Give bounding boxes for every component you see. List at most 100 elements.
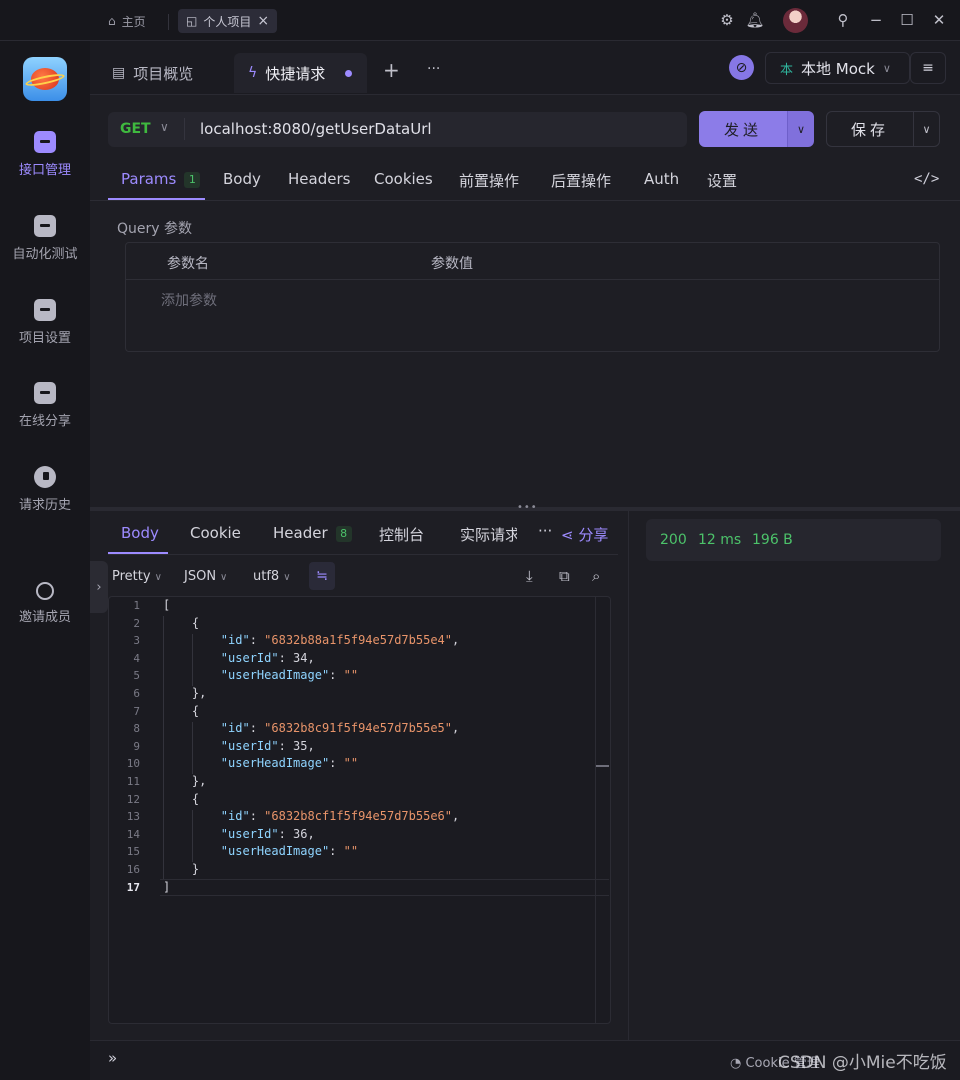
line-number: 10 xyxy=(126,757,140,771)
env-label: 本地 Mock xyxy=(801,59,875,78)
unsaved-dot xyxy=(345,69,353,77)
search-icon[interactable]: ⌕ xyxy=(592,567,600,585)
language-value: JSON xyxy=(184,569,217,584)
app-logo xyxy=(23,57,67,101)
sidebar-item-project-settings[interactable]: 项目设置 xyxy=(0,299,90,346)
tab-post-processors[interactable]: 后置操作 xyxy=(551,170,611,191)
code-snippet-icon[interactable]: </> xyxy=(914,171,939,187)
code-line: 2 { xyxy=(110,615,610,633)
word-wrap-icon[interactable]: ≒ xyxy=(309,562,335,590)
sidebar-item-automation-test[interactable]: 自动化测试 xyxy=(0,215,90,262)
sidebar-item-request-history[interactable]: 请求历史 xyxy=(0,466,90,513)
sidebar-expand-handle[interactable]: › xyxy=(90,561,108,613)
env-badge: 本 xyxy=(780,62,794,78)
code-line: 16 } xyxy=(110,861,610,879)
copy-icon[interactable]: ⧉ xyxy=(559,567,570,585)
json-key: "userHeadImage" xyxy=(220,756,330,771)
save-button[interactable]: 保存 xyxy=(826,111,914,147)
format-select[interactable]: Pretty ∨ xyxy=(112,569,162,584)
json-key: "userHeadImage" xyxy=(220,668,330,683)
response-tab-cookie[interactable]: Cookie xyxy=(190,524,241,542)
response-tab-header[interactable]: Header 8 xyxy=(273,524,352,542)
more-tabs-button[interactable]: ··· xyxy=(427,61,440,77)
share-icon: ⋖ xyxy=(561,526,574,544)
project-tab[interactable]: ◱ 个人项目 × xyxy=(178,9,278,33)
code-text: }, xyxy=(163,686,207,700)
settings-gear-icon[interactable]: ⚙ xyxy=(717,11,737,29)
online-share-icon xyxy=(34,382,56,404)
sidebar-item-invite-member[interactable]: 邀请成员 xyxy=(0,582,90,625)
home-icon: ⌂ xyxy=(108,14,116,28)
send-dropdown-chevron-icon[interactable]: ∨ xyxy=(787,111,814,147)
pin-icon[interactable]: ⚲ xyxy=(833,11,853,29)
window-close-icon[interactable]: ✕ xyxy=(929,11,949,29)
chevron-down-icon[interactable]: ∨ xyxy=(160,120,169,134)
tab-settings[interactable]: 设置 xyxy=(707,170,737,191)
line-number: 2 xyxy=(133,616,140,630)
more-response-tabs-button[interactable]: ··· xyxy=(538,522,552,540)
tab-headers[interactable]: Headers xyxy=(288,170,350,188)
method-select[interactable]: GET xyxy=(120,121,151,137)
send-button[interactable]: 发送 xyxy=(699,111,787,147)
sidebar-item-label: 请求历史 xyxy=(18,498,71,513)
maximize-icon[interactable]: ☐ xyxy=(897,11,917,29)
add-param-input[interactable]: 添加参数 xyxy=(161,290,217,310)
json-key: "userId" xyxy=(220,650,279,665)
json-value: "" xyxy=(343,844,359,859)
code-line: 8 "id": "6832b8c91f5f94e57d7b55e5", xyxy=(110,720,610,738)
language-select[interactable]: JSON ∨ xyxy=(184,569,227,584)
drag-handle-icon[interactable]: ••• xyxy=(517,502,538,513)
code-text: } xyxy=(163,862,200,876)
titlebar-divider xyxy=(168,14,169,30)
line-number: 1 xyxy=(133,599,140,612)
code-line: 7 { xyxy=(110,703,610,721)
home-tab[interactable]: ⌂ 主页 xyxy=(108,9,146,33)
user-avatar[interactable] xyxy=(783,8,808,33)
sidebar-item-label: 自动化测试 xyxy=(12,247,78,262)
tab-params[interactable]: Params 1 xyxy=(121,170,201,188)
save-dropdown-chevron-icon[interactable]: ∨ xyxy=(913,111,940,147)
encoding-select[interactable]: utf8 ∨ xyxy=(253,569,291,584)
download-icon[interactable]: ⤓ xyxy=(526,567,533,585)
tab-project-overview[interactable]: ▤ 项目概览 xyxy=(112,53,193,93)
json-key: "id" xyxy=(220,721,250,736)
scrollbar-marker xyxy=(596,765,609,767)
format-value: Pretty xyxy=(112,569,151,584)
tab-pre-processors[interactable]: 前置操作 xyxy=(459,170,519,191)
code-line: 1[ xyxy=(110,597,610,615)
automation-test-icon xyxy=(34,215,56,237)
invite-member-icon xyxy=(36,582,54,600)
sidebar-item-online-share[interactable]: 在线分享 xyxy=(0,382,90,429)
share-label: 分享 xyxy=(578,526,609,544)
url-input[interactable]: localhost:8080/getUserDataUrl xyxy=(200,120,432,138)
response-tab-body[interactable]: Body xyxy=(121,524,159,542)
tab-quick-request[interactable]: ϟ 快捷请求 xyxy=(234,53,367,93)
line-number: 8 xyxy=(133,722,140,736)
code-text: { xyxy=(163,615,200,630)
project-tab-label: 个人项目 xyxy=(203,14,252,29)
tab-body[interactable]: Body xyxy=(223,170,261,188)
sidebar-item-api-management[interactable]: 接口管理 xyxy=(0,131,90,178)
minimize-icon[interactable]: − xyxy=(866,11,886,29)
close-icon[interactable]: × xyxy=(257,13,269,29)
api-management-icon xyxy=(34,131,56,153)
expand-panel-button[interactable]: » xyxy=(108,1049,117,1067)
code-text: "userHeadImage": "" xyxy=(220,756,359,771)
cookie-icon: ◔ xyxy=(730,1056,742,1071)
line-number: 15 xyxy=(126,845,140,859)
hamburger-menu-icon[interactable]: ≡ xyxy=(910,52,946,84)
sync-icon[interactable]: ⊘ xyxy=(729,55,754,80)
code-line: 9 "userId": 35, xyxy=(110,738,610,756)
response-tab-actual-request[interactable]: 实际请求 xyxy=(460,524,517,545)
add-tab-button[interactable]: + xyxy=(383,58,400,82)
environment-select[interactable]: 本 本地 Mock ∨ xyxy=(765,52,910,84)
tab-auth[interactable]: Auth xyxy=(644,170,679,188)
share-button[interactable]: ⋖ 分享 xyxy=(561,524,608,545)
editor-scrollbar[interactable] xyxy=(595,597,610,1023)
notification-bell-icon[interactable]: 🔔︎ xyxy=(745,11,765,29)
left-sidebar xyxy=(0,41,90,1080)
tab-cookies[interactable]: Cookies xyxy=(374,170,433,188)
line-number: 4 xyxy=(133,651,140,665)
response-tab-console[interactable]: 控制台 xyxy=(379,524,424,545)
active-tab-indicator xyxy=(108,198,205,200)
